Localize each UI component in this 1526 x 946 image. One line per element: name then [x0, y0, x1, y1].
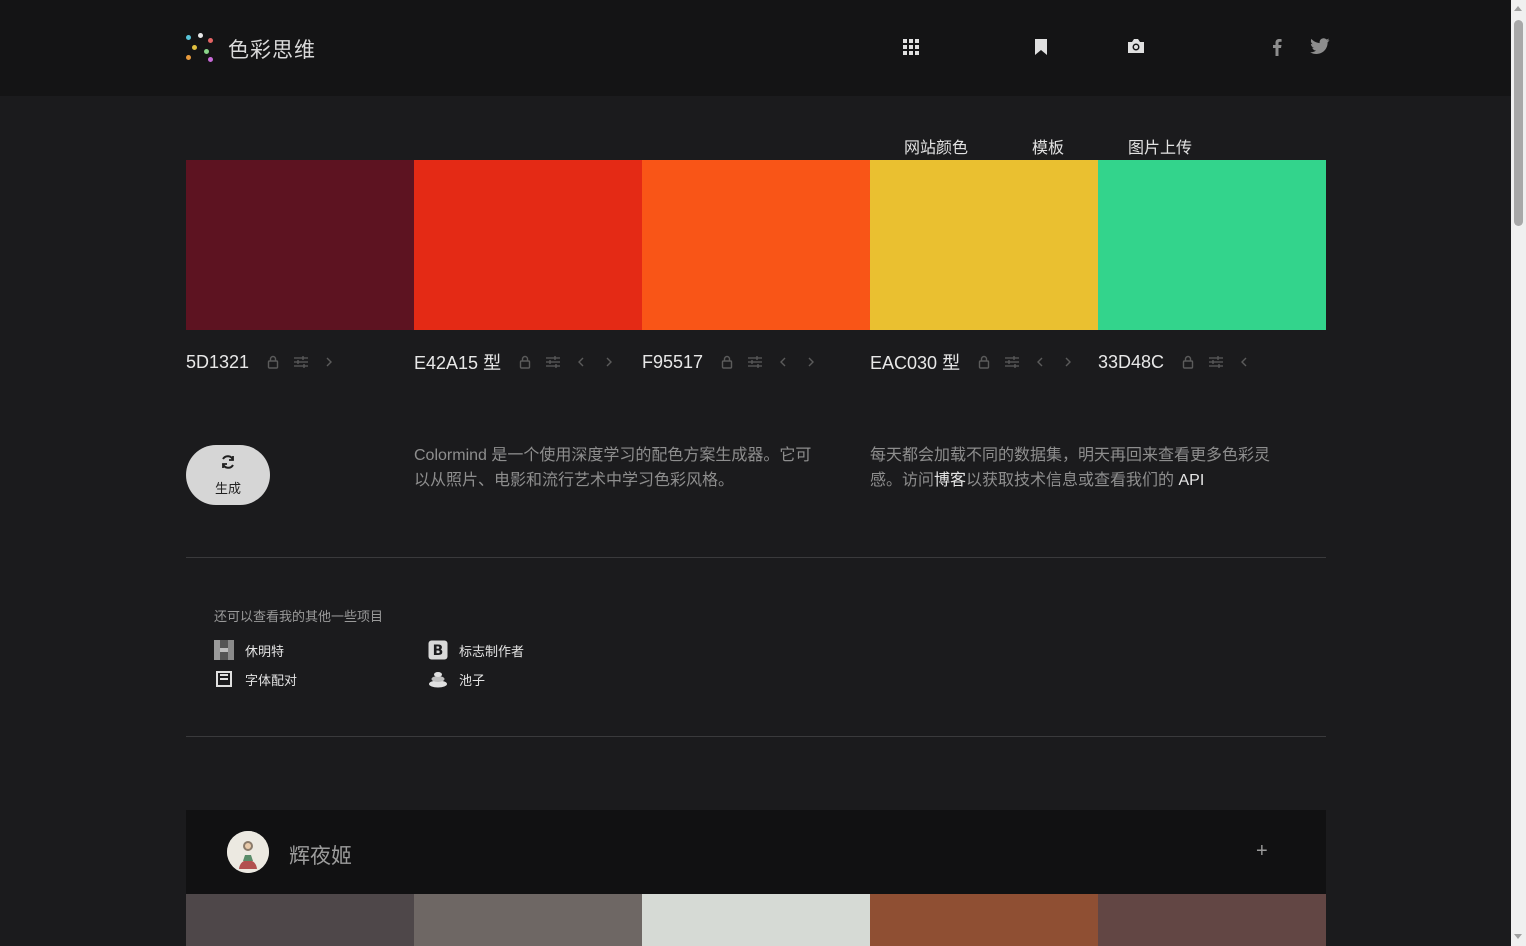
about-text: Colormind 是一个使用深度学习的配色方案生成器。它可以从照片、电影和流行… — [414, 447, 812, 489]
card-swatch[interactable] — [642, 894, 870, 946]
other-projects-title: 还可以查看我的其他一些项目 — [214, 609, 384, 624]
color-code-group: 33D48C — [1098, 348, 1264, 376]
project-link-pool[interactable]: 池子 — [428, 669, 485, 689]
card-swatch[interactable] — [870, 894, 1098, 946]
divider — [186, 557, 1326, 558]
hex-code[interactable]: 33D48C — [1098, 352, 1164, 373]
nav-templates[interactable]: 模板 — [1032, 134, 1064, 158]
color-code-group: EAC030 型 — [870, 348, 1088, 376]
card-swatch[interactable] — [1098, 894, 1326, 946]
arrow-left-icon[interactable] — [1032, 354, 1048, 370]
facebook-icon[interactable] — [1271, 38, 1291, 58]
logo-icon[interactable] — [186, 33, 214, 63]
refresh-icon — [220, 454, 236, 475]
project-link-logo-maker[interactable]: B 标志制作者 — [428, 640, 524, 660]
scrollbar[interactable] — [1511, 0, 1526, 946]
color-code-group: 5D1321 — [186, 348, 349, 376]
twitter-icon[interactable] — [1310, 38, 1330, 58]
project-link-font-pair[interactable]: 字体配对 — [214, 669, 297, 689]
color-swatch[interactable] — [1098, 160, 1326, 330]
lock-icon[interactable] — [517, 354, 533, 370]
add-button[interactable]: + — [1256, 840, 1268, 863]
arrow-right-icon[interactable] — [1060, 354, 1076, 370]
blog-link[interactable]: 博客 — [934, 472, 966, 489]
scroll-down-arrow-icon[interactable] — [1514, 934, 1522, 939]
adjust-icon[interactable] — [1208, 354, 1224, 370]
color-swatch[interactable] — [642, 160, 870, 330]
svg-text:B: B — [433, 643, 444, 659]
color-swatch[interactable] — [186, 160, 414, 330]
font-pair-icon — [214, 669, 234, 689]
pool-icon — [428, 669, 448, 689]
hex-code[interactable]: EAC030 型 — [870, 349, 960, 375]
generate-label: 生成 — [214, 480, 241, 496]
project-link-huemint[interactable]: 休明特 — [214, 640, 284, 660]
avatar[interactable] — [227, 831, 269, 873]
divider — [186, 736, 1326, 737]
lock-icon[interactable] — [976, 354, 992, 370]
nav-website-colors[interactable]: 网站颜色 — [904, 134, 968, 158]
api-link[interactable]: API — [1178, 472, 1204, 489]
color-code-group: E42A15 型 — [414, 348, 629, 376]
generate-button[interactable]: 生成 — [186, 445, 270, 505]
camera-icon[interactable] — [1127, 38, 1147, 58]
palette-card: 辉夜姬 + — [186, 810, 1326, 946]
card-swatch[interactable] — [186, 894, 414, 946]
color-codes-row: 5D1321 E42A15 型 F95517 EAC030 型 33D48C — [186, 348, 1326, 376]
huemint-icon — [214, 640, 234, 660]
top-bar: 色彩思维 — [0, 0, 1511, 96]
hex-code[interactable]: E42A15 型 — [414, 349, 501, 375]
hex-code[interactable]: F95517 — [642, 352, 703, 373]
arrow-right-icon[interactable] — [321, 354, 337, 370]
arrow-left-icon[interactable] — [1236, 354, 1252, 370]
logo-maker-icon: B — [428, 640, 448, 660]
adjust-icon[interactable] — [747, 354, 763, 370]
arrow-left-icon[interactable] — [573, 354, 589, 370]
palette-title[interactable]: 辉夜姬 — [289, 840, 352, 870]
lock-icon[interactable] — [719, 354, 735, 370]
brand-name[interactable]: 色彩思维 — [228, 34, 316, 64]
adjust-icon[interactable] — [1004, 354, 1020, 370]
about-links-text: 每天都会加载不同的数据集，明天再回来查看更多色彩灵感。访问博客以获取技术信息或查… — [870, 447, 1271, 489]
scroll-up-arrow-icon[interactable] — [1514, 6, 1522, 11]
card-palette — [186, 894, 1326, 946]
lock-icon[interactable] — [1180, 354, 1196, 370]
hex-code[interactable]: 5D1321 — [186, 352, 249, 373]
nav-image-upload[interactable]: 图片上传 — [1128, 134, 1192, 158]
page: 色彩思维 网站颜色 模板 图片上传 5D1321 E42A15 型 F95517… — [0, 0, 1526, 946]
adjust-icon[interactable] — [293, 354, 309, 370]
arrow-right-icon[interactable] — [601, 354, 617, 370]
grid-icon[interactable] — [902, 38, 922, 58]
color-code-group: F95517 — [642, 348, 831, 376]
scroll-thumb[interactable] — [1514, 20, 1523, 226]
color-palette — [186, 160, 1326, 330]
arrow-left-icon[interactable] — [775, 354, 791, 370]
color-swatch[interactable] — [414, 160, 642, 330]
color-swatch[interactable] — [870, 160, 1098, 330]
bookmark-icon[interactable] — [1033, 38, 1053, 58]
card-swatch[interactable] — [414, 894, 642, 946]
adjust-icon[interactable] — [545, 354, 561, 370]
lock-icon[interactable] — [265, 354, 281, 370]
arrow-right-icon[interactable] — [803, 354, 819, 370]
